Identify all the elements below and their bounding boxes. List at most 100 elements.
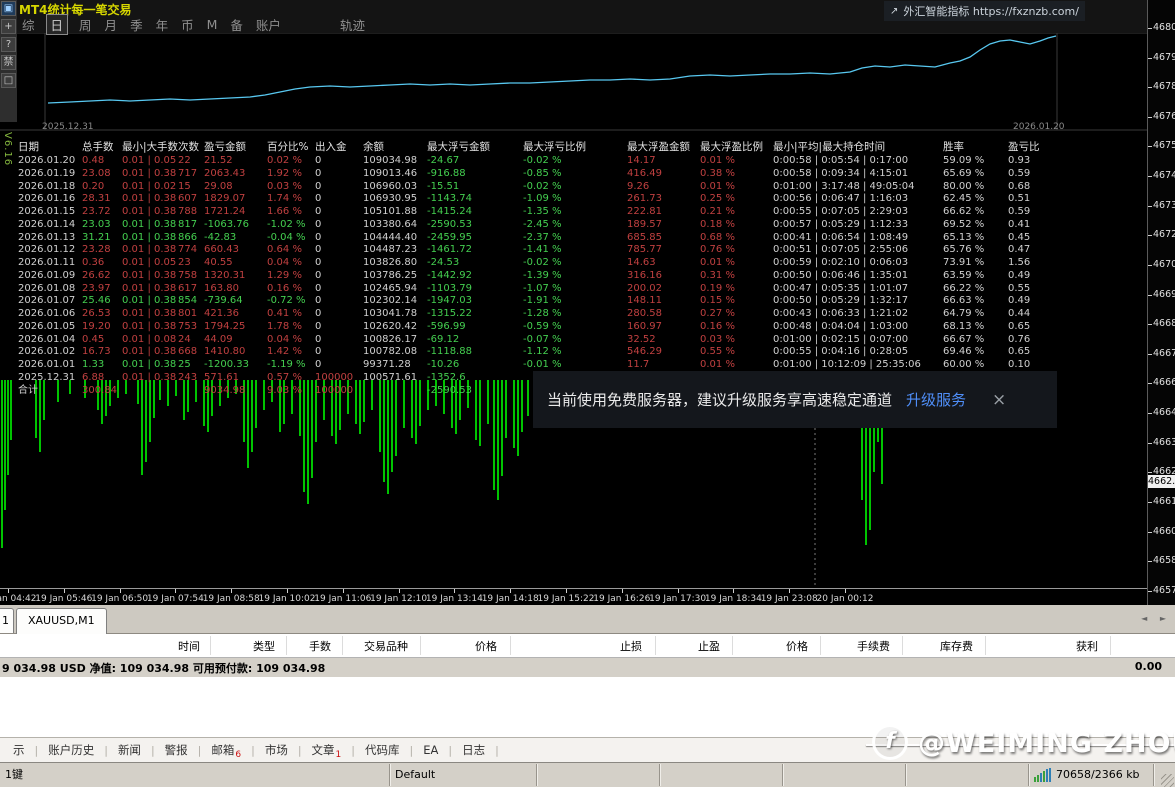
status-connection[interactable]: 70658/2366 kb	[1029, 764, 1154, 786]
stats-row: 2026.01.200.480.01 | 0.052221.520.02 %01…	[0, 155, 1147, 168]
time-tick	[678, 589, 679, 593]
terminal-tab-日志[interactable]: 日志	[452, 742, 495, 758]
resize-grip[interactable]	[1161, 774, 1174, 787]
tab-scroll-arrows[interactable]: ◄ ►	[1141, 614, 1171, 623]
stats-row: 2026.01.1423.030.01 | 0.38817-1063.76-1.…	[0, 219, 1147, 232]
chart-tab-partial[interactable]: 1	[0, 608, 14, 633]
stats-cell: 421.36	[204, 308, 239, 321]
brand-link[interactable]: ↗ 外汇智能指标 https://fxznzb.com/	[884, 1, 1085, 21]
stats-cell: -1.19 %	[267, 359, 306, 372]
stats-cell: 300.84	[82, 385, 117, 398]
stats-cell: 64.79 %	[943, 308, 984, 321]
time-tick	[454, 589, 455, 593]
stats-cell: -1118.88	[427, 346, 472, 359]
menu-item-日[interactable]: 日	[46, 14, 69, 35]
menu-item-季[interactable]: 季	[128, 15, 145, 34]
column-separator	[732, 636, 733, 655]
price-label: 4668.50	[1153, 318, 1175, 329]
stats-cell: -1.09 %	[523, 193, 562, 206]
stats-cell: 2026.01.16	[18, 193, 75, 206]
stats-cell: 0.16 %	[267, 283, 302, 296]
stats-row: 2026.01.0823.970.01 | 0.38617163.800.16 …	[0, 283, 1147, 296]
stats-cell: 14.17	[627, 155, 656, 168]
help-icon[interactable]: ?	[1, 37, 16, 52]
stats-cell: 0:00:48 | 0:04:04 | 1:03:00	[773, 321, 908, 334]
menu-item-月[interactable]: 月	[103, 15, 120, 34]
menu-item-轨迹[interactable]: 轨迹	[338, 15, 367, 34]
time-label: 19 Jan 04:42	[0, 594, 36, 604]
stats-cell: 0.01 %	[700, 155, 735, 168]
stats-cell: -1.35 %	[523, 206, 562, 219]
equity-start-date: 2025.12.31	[42, 122, 94, 132]
stats-cell: 9.26	[627, 181, 649, 194]
chart-tab-active[interactable]: XAUUSD,M1	[16, 608, 107, 634]
stats-cell: 0.10	[1008, 359, 1030, 372]
time-label: 19 Jan 06:50	[91, 594, 148, 604]
stats-cell: 817	[178, 219, 197, 232]
stats-cell: -0.02 %	[523, 181, 562, 194]
terminal-tab-代码库[interactable]: 代码库	[355, 742, 410, 758]
terminal-tab-EA[interactable]: EA	[413, 743, 448, 757]
close-icon[interactable]: ×	[992, 390, 1006, 410]
menu-item-M[interactable]: M	[205, 17, 220, 32]
stats-cell: 0.47	[1008, 244, 1030, 257]
terminal-tab-市场[interactable]: 市场	[255, 742, 298, 758]
price-label: 4678.10	[1153, 81, 1175, 92]
stats-row: 2026.01.0926.620.01 | 0.387581320.311.29…	[0, 270, 1147, 283]
upgrade-link[interactable]: 升级服务	[906, 389, 966, 410]
menu-item-年[interactable]: 年	[154, 15, 171, 34]
price-tick	[1148, 532, 1152, 533]
stats-cell: 65.13 %	[943, 232, 984, 245]
stats-cell: 0	[315, 155, 321, 168]
tab-badge: 6	[235, 750, 241, 760]
stats-cell: -2.37 %	[523, 232, 562, 245]
price-tick	[1148, 235, 1152, 236]
terminal-tab-账户历史[interactable]: 账户历史	[38, 742, 104, 758]
price-label: 4661.30	[1153, 496, 1175, 507]
menu-item-账户[interactable]: 账户	[254, 15, 283, 34]
stats-col-header: 胜率	[943, 141, 964, 154]
time-axis[interactable]: 19 Jan 04:4219 Jan 05:4619 Jan 06:5019 J…	[0, 588, 1147, 606]
terminal-tab-文章[interactable]: 文章1	[302, 742, 352, 758]
stats-cell: 23.08	[82, 168, 111, 181]
terminal-tab-示[interactable]: 示	[3, 742, 35, 758]
price-label: 4674.50	[1153, 170, 1175, 181]
stats-cell: 1.74 %	[267, 193, 302, 206]
stats-cell: 69.52 %	[943, 219, 984, 232]
price-tick	[1148, 146, 1152, 147]
stats-cell: 6.88	[82, 372, 104, 385]
brand-label: 外汇智能指标	[903, 3, 969, 19]
stats-cell: 68.13 %	[943, 321, 984, 334]
stats-cell: 0.59	[1008, 168, 1030, 181]
stats-cell: 788	[178, 206, 197, 219]
menu-item-币[interactable]: 币	[179, 15, 196, 34]
time-label: 19 Jan 11:06	[314, 594, 371, 604]
window-copy-icon[interactable]: □	[1, 73, 16, 88]
ban-icon[interactable]: 禁	[1, 55, 16, 70]
time-label: 19 Jan 08:58	[203, 594, 260, 604]
stats-cell: 2026.01.06	[18, 308, 75, 321]
price-tick	[1148, 354, 1152, 355]
price-axis[interactable]: 4662.12 4680.504679.304678.104676.904675…	[1147, 0, 1175, 605]
menu-item-周[interactable]: 周	[77, 15, 94, 34]
stats-cell: 0.04 %	[267, 334, 302, 347]
terminal-tab-邮箱[interactable]: 邮箱6	[201, 742, 251, 758]
status-profile[interactable]: Default	[390, 764, 537, 786]
stats-row: 2026.01.110.360.01 | 0.052340.550.04 %01…	[0, 257, 1147, 270]
stats-cell: 668	[178, 346, 197, 359]
menu-item-综[interactable]: 综	[20, 15, 37, 34]
app-icon[interactable]: ▣	[1, 1, 16, 16]
stats-cell: 0.68 %	[700, 232, 735, 245]
trade-col-获利: 获利	[1076, 638, 1098, 654]
price-tick	[1148, 176, 1152, 177]
stats-cell: 0.01 %	[700, 257, 735, 270]
move-crosshair-icon[interactable]: +	[1, 19, 16, 34]
price-label: 4673.30	[1153, 200, 1175, 211]
stats-cell: 222.81	[627, 206, 662, 219]
stats-cell: 0.76 %	[700, 244, 735, 257]
terminal-tab-警报[interactable]: 警报	[155, 742, 198, 758]
terminal-tab-新闻[interactable]: 新闻	[108, 742, 151, 758]
stats-table-header: 日期总手数最小|大手数次数盈亏金额百分比%出入金余额最大浮亏金额最大浮亏比例最大…	[0, 141, 1147, 154]
menu-item-备[interactable]: 备	[228, 15, 245, 34]
stats-cell: 0.02 %	[267, 155, 302, 168]
